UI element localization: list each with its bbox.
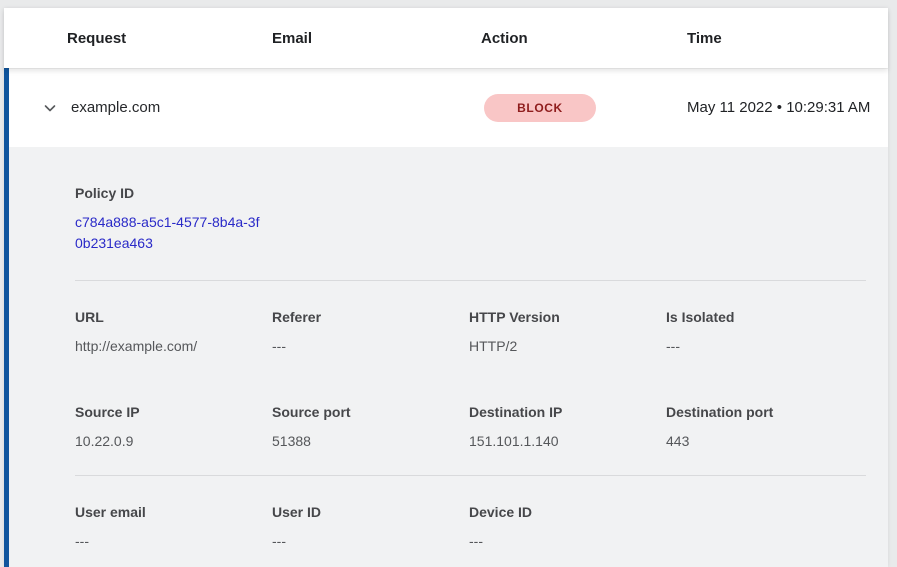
divider [75, 280, 866, 281]
field-url: URL http://example.com/ [75, 307, 272, 356]
fields-row-user: User email --- User ID --- Device ID --- [75, 502, 866, 551]
field-source-ip: Source IP 10.22.0.9 [75, 402, 272, 451]
field-label: Is Isolated [666, 307, 866, 327]
field-value: 151.101.1.140 [469, 431, 666, 451]
field-label: Destination port [666, 402, 866, 422]
field-http-version: HTTP Version HTTP/2 [469, 307, 666, 356]
status-badge-block: BLOCK [484, 94, 596, 122]
fields-row-url: URL http://example.com/ Referer --- HTTP… [75, 307, 866, 356]
field-user-email: User email --- [75, 502, 272, 551]
field-label: URL [75, 307, 272, 327]
row-details-panel: Policy ID c784a888-a5c1-4577-8b4a-3f0b23… [4, 147, 888, 567]
field-value: HTTP/2 [469, 336, 666, 356]
field-destination-ip: Destination IP 151.101.1.140 [469, 402, 666, 451]
divider [75, 475, 866, 476]
column-header-action: Action [481, 30, 687, 47]
field-label: User ID [272, 502, 469, 522]
policy-id-label: Policy ID [75, 183, 866, 203]
field-user-id: User ID --- [272, 502, 469, 551]
fields-row-network: Source IP 10.22.0.9 Source port 51388 De… [75, 402, 866, 451]
time-cell: May 11 2022 • 10:29:31 AM [687, 96, 888, 120]
field-label: Source IP [75, 402, 272, 422]
field-label: HTTP Version [469, 307, 666, 327]
field-value: http://example.com/ [75, 336, 272, 356]
field-empty [666, 502, 866, 551]
field-label: Destination IP [469, 402, 666, 422]
column-header-email: Email [272, 30, 481, 47]
field-device-id: Device ID --- [469, 502, 666, 551]
policy-section: Policy ID c784a888-a5c1-4577-8b4a-3f0b23… [75, 183, 866, 254]
table-header: Request Email Action Time [4, 8, 888, 68]
field-source-port: Source port 51388 [272, 402, 469, 451]
field-value: --- [666, 336, 866, 356]
field-value: 10.22.0.9 [75, 431, 272, 451]
action-cell: BLOCK [481, 94, 687, 122]
field-is-isolated: Is Isolated --- [666, 307, 866, 356]
column-header-request: Request [67, 30, 272, 47]
policy-id-value: c784a888-a5c1-4577-8b4a-3f0b231ea463 [75, 212, 267, 254]
request-cell: example.com [42, 99, 481, 116]
field-value: --- [272, 531, 469, 551]
column-header-time: Time [687, 30, 888, 47]
log-table-card: Request Email Action Time example.com BL… [4, 8, 888, 567]
chevron-down-icon[interactable] [42, 100, 58, 116]
field-value: 443 [666, 431, 866, 451]
field-value: --- [75, 531, 272, 551]
field-label: Referer [272, 307, 469, 327]
field-value: --- [272, 336, 469, 356]
field-label: Device ID [469, 502, 666, 522]
policy-id-link[interactable]: c784a888-a5c1-4577-8b4a-3f0b231ea463 [75, 214, 259, 251]
field-value: 51388 [272, 431, 469, 451]
request-domain: example.com [71, 99, 160, 116]
table-row[interactable]: example.com BLOCK May 11 2022 • 10:29:31… [4, 68, 888, 147]
field-referer: Referer --- [272, 307, 469, 356]
field-label: User email [75, 502, 272, 522]
field-destination-port: Destination port 443 [666, 402, 866, 451]
field-value: --- [469, 531, 666, 551]
field-label: Source port [272, 402, 469, 422]
